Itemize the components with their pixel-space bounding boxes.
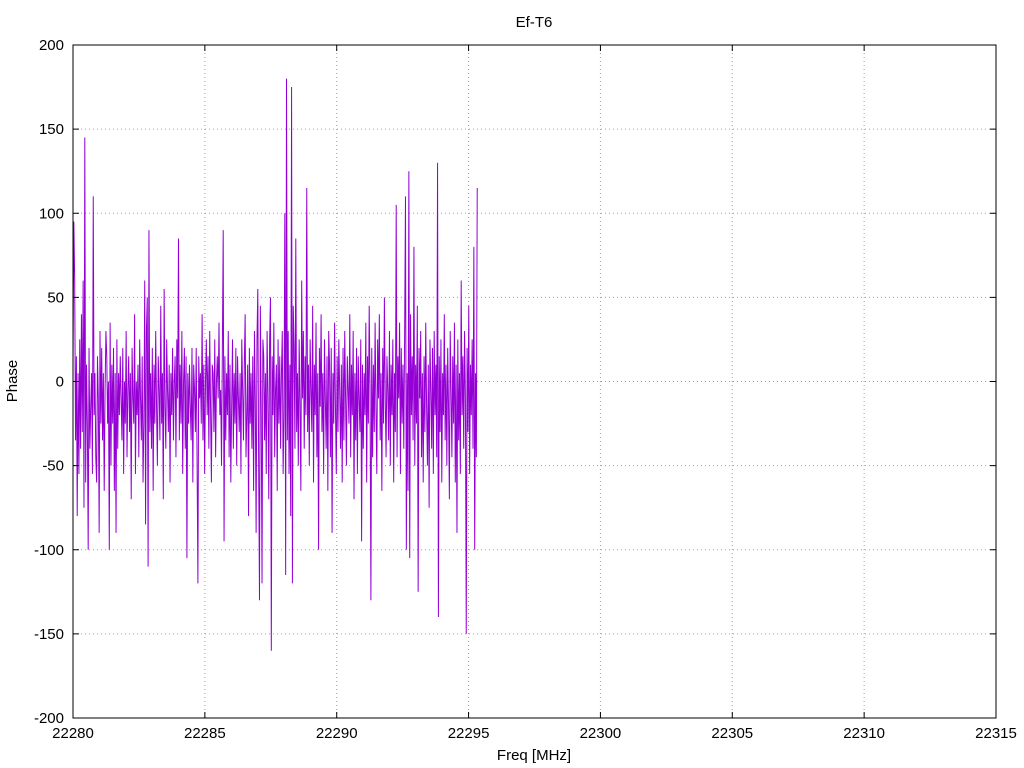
y-tick-label: 50 [47,289,64,306]
y-tick-label: -150 [34,626,64,643]
y-tick-label: -100 [34,542,64,559]
x-tick-label: 22300 [580,725,622,742]
grid-lines [73,45,996,718]
x-tick-label: 22310 [843,725,885,742]
chart-title: Ef-T6 [516,14,553,31]
y-tick-label: 200 [39,37,64,54]
x-tick-label: 22305 [711,725,753,742]
x-tick-label: 22290 [316,725,358,742]
series-group [72,78,478,651]
x-axis-label: Freq [MHz] [497,747,571,764]
x-tick-label: 22280 [52,725,94,742]
y-tick-label: 100 [39,205,64,222]
x-tick-label: 22315 [975,725,1017,742]
y-tick-label: -50 [42,458,64,475]
x-tick-label: 22285 [184,725,226,742]
x-tick-label: 22295 [448,725,490,742]
y-tick-label: 0 [56,374,64,391]
line-chart: 22280 22285 22290 22295 22300 22305 22310 22315… [4,14,1017,764]
series-line [72,78,478,651]
y-tick-label: 150 [39,121,64,138]
y-axis-label: Phase [4,360,21,403]
y-tick-label: -200 [34,710,64,727]
